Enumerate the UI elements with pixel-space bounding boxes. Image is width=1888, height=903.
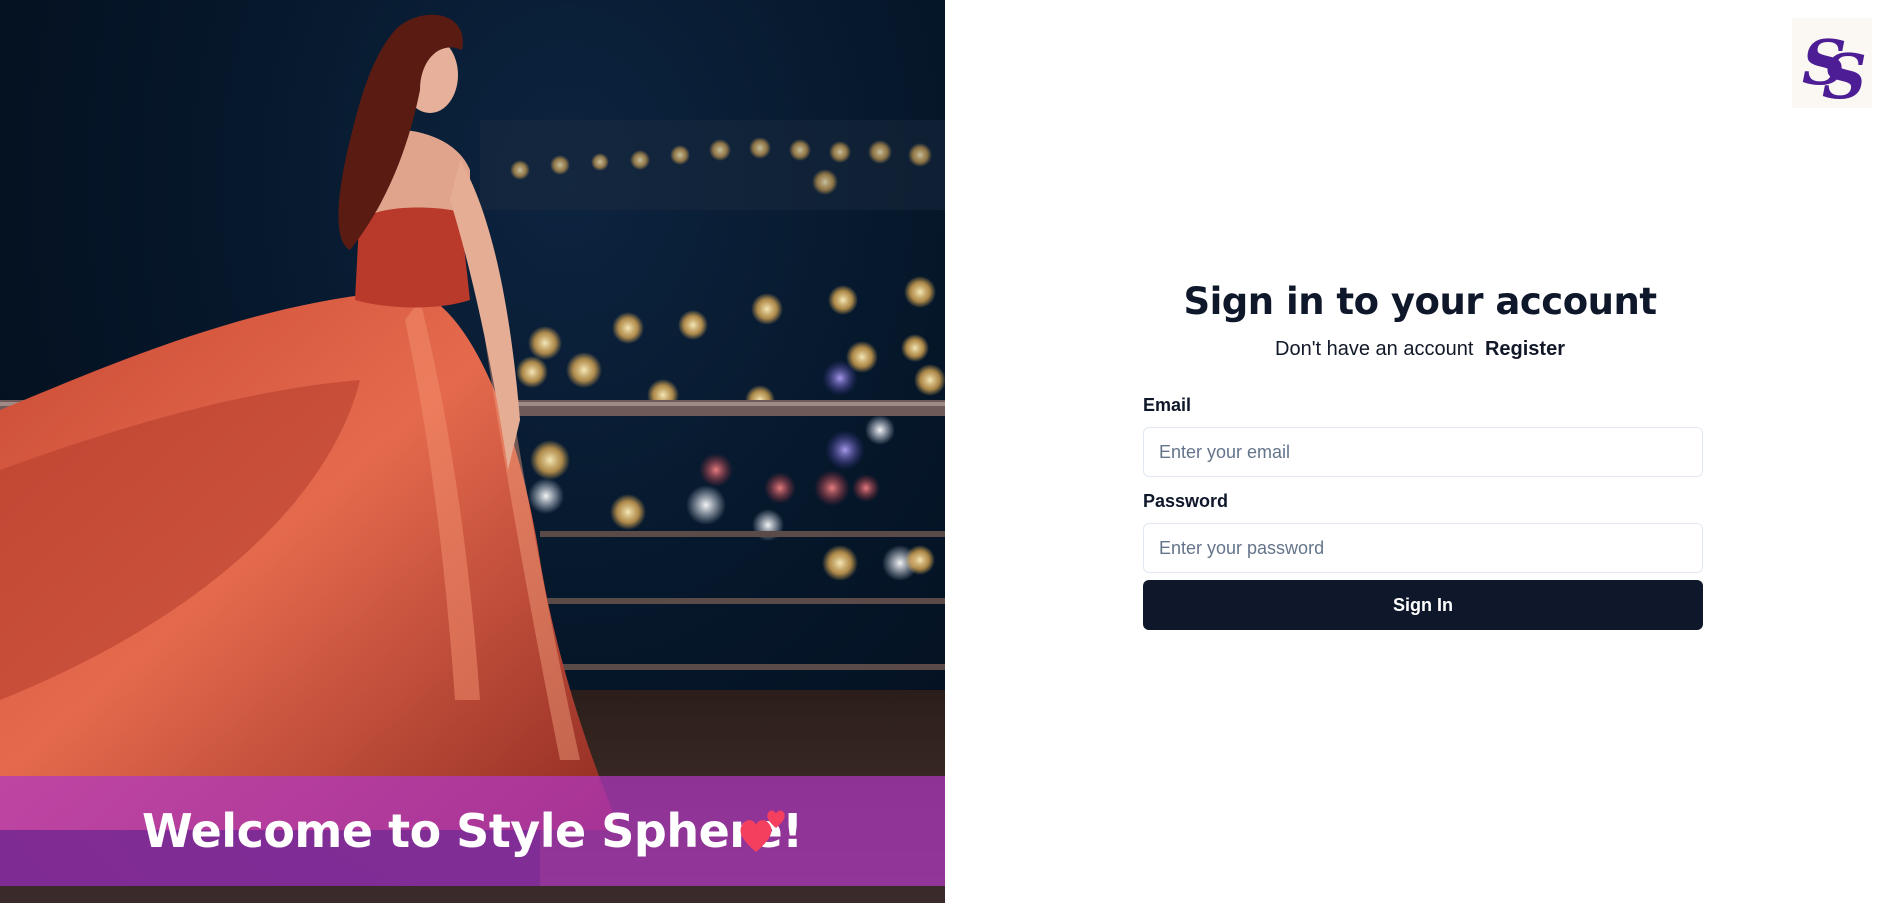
svg-text:S: S [1822, 40, 1867, 108]
register-link[interactable]: Register [1485, 338, 1565, 360]
hearts-icon [740, 810, 785, 852]
page-title: Sign in to your account [1183, 280, 1657, 323]
welcome-heading: Welcome to Style Sphere! [142, 804, 803, 858]
sign-in-button[interactable]: Sign In [1143, 580, 1703, 630]
password-field[interactable] [1143, 523, 1703, 573]
hero-photo [0, 14, 945, 903]
password-label: Password [1143, 491, 1229, 511]
register-prompt: Don't have an account Register [1140, 338, 1700, 361]
style-sphere-logo[interactable]: S S [1792, 18, 1872, 113]
sign-in-page: Welcome to Style Sphere! S S Sign in to … [0, 0, 1888, 903]
email-label: Email [1143, 395, 1192, 415]
hero-panel: Welcome to Style Sphere! [0, 0, 945, 903]
email-field[interactable] [1143, 427, 1703, 477]
logo-icon: S S [1802, 26, 1867, 113]
register-prompt-text: Don't have an account [1275, 338, 1474, 360]
hero-ground-strip [0, 886, 945, 903]
